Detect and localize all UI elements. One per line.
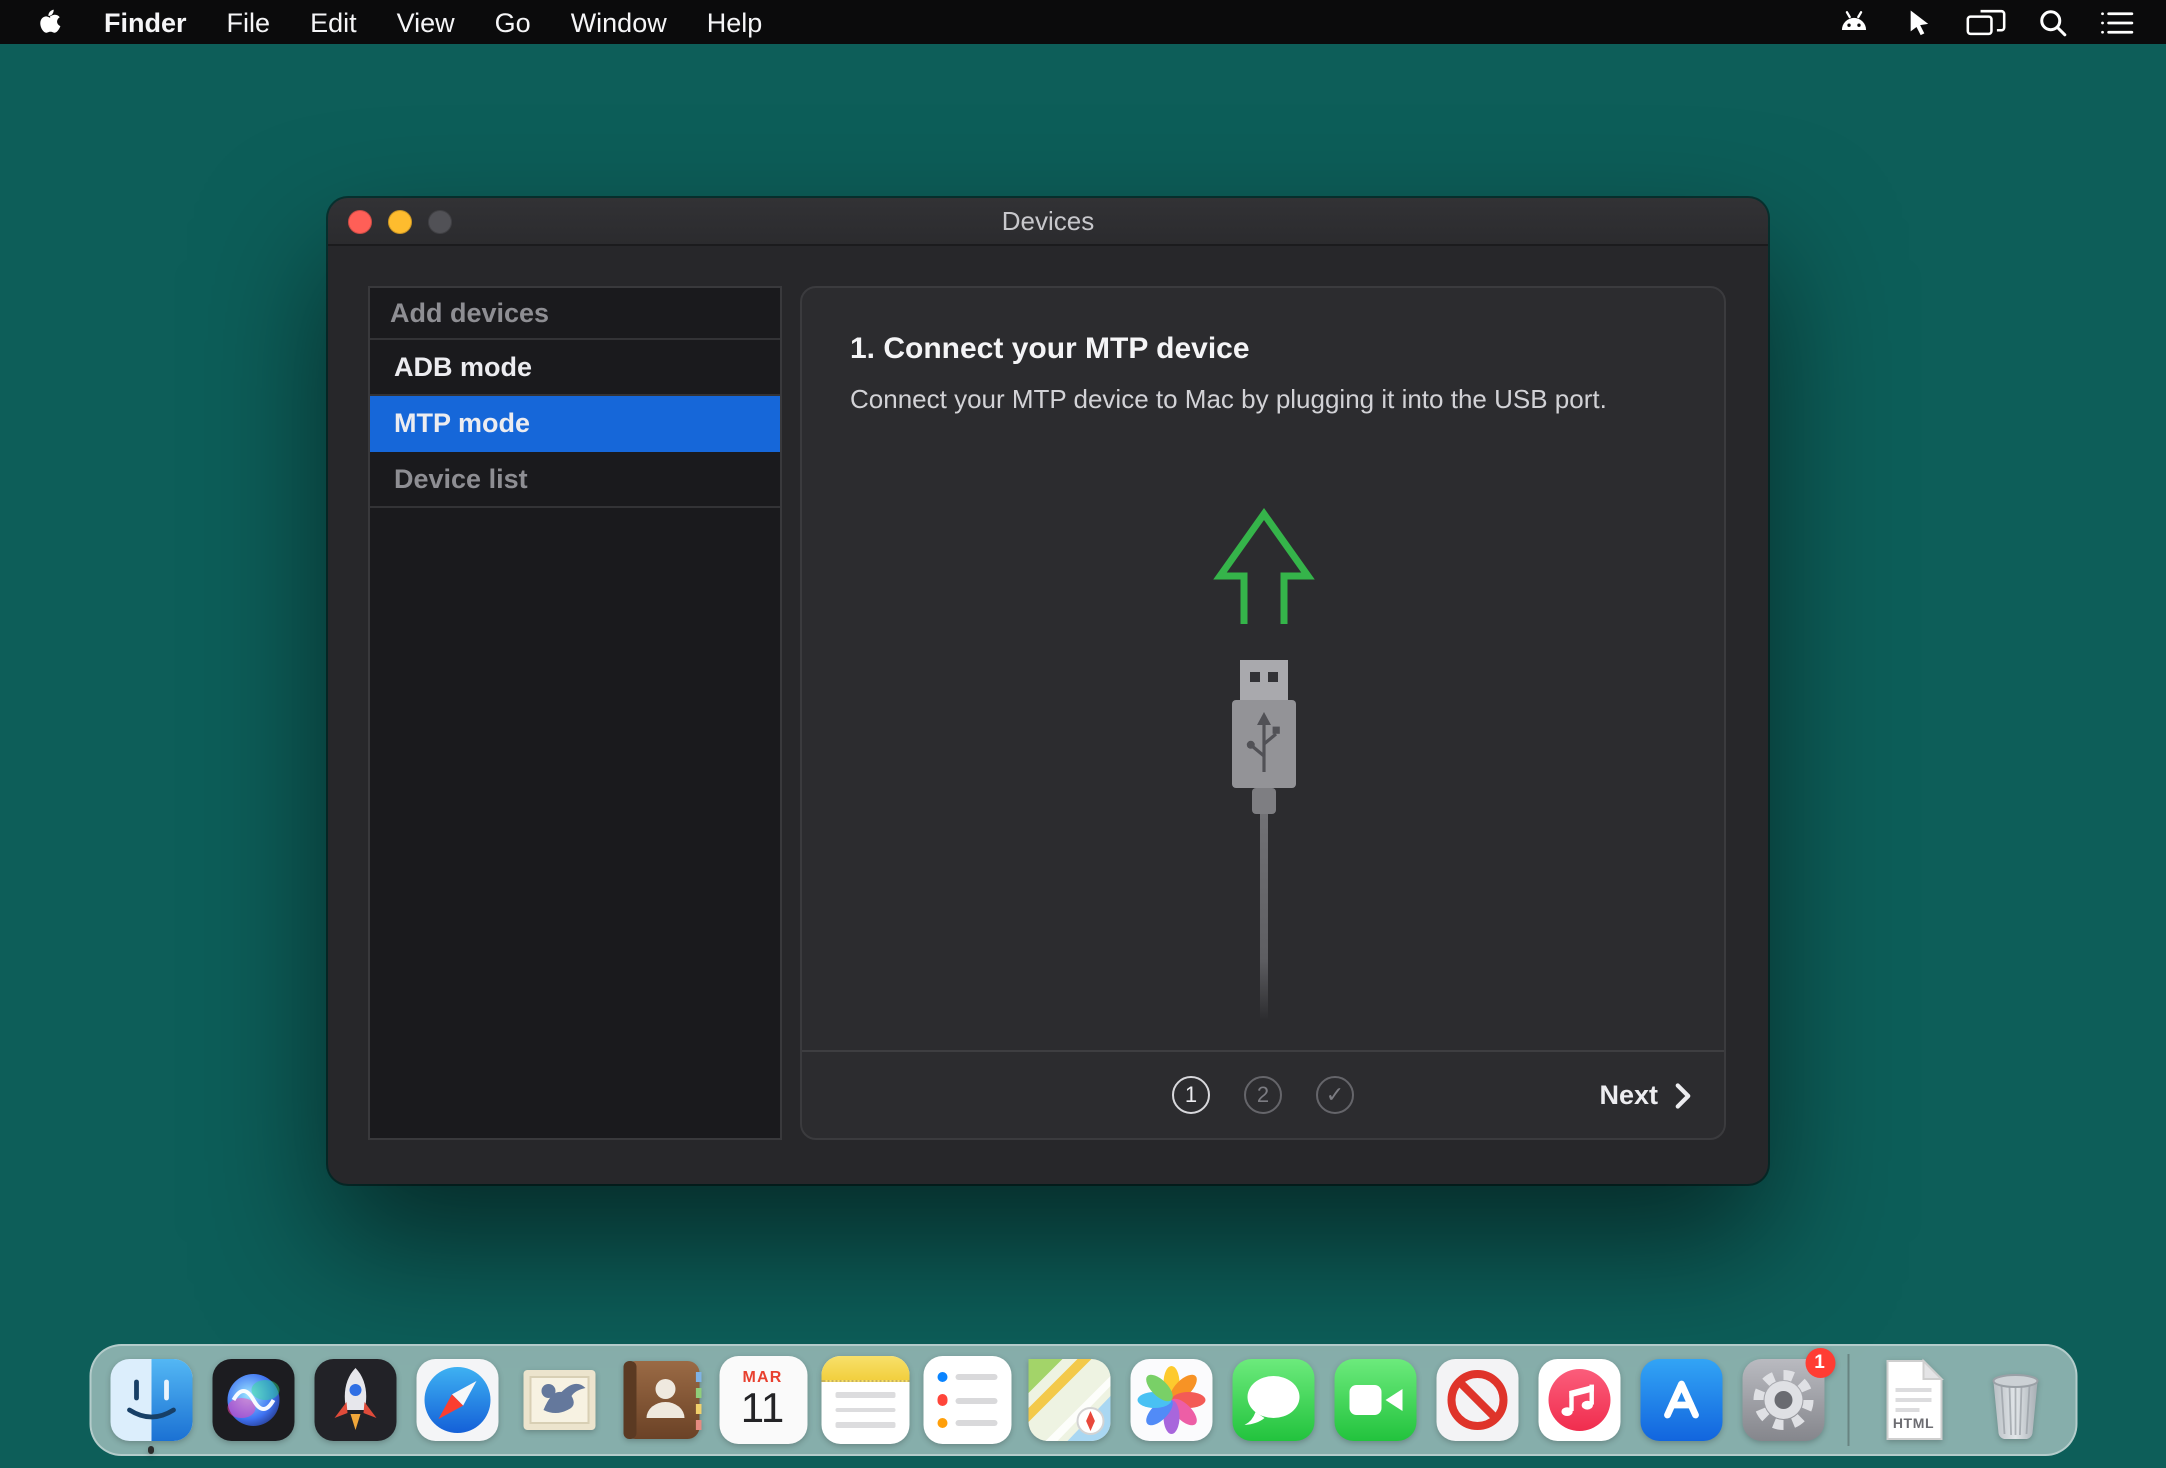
prohibition-sign-icon: [1433, 1356, 1521, 1444]
next-button[interactable]: Next: [1599, 1052, 1692, 1138]
dock-app-prohibited[interactable]: [1433, 1356, 1521, 1444]
dock-app-reminders[interactable]: [923, 1356, 1011, 1444]
dock-app-messages[interactable]: [1229, 1356, 1317, 1444]
dock-app-contacts[interactable]: [617, 1356, 705, 1444]
usb-connect-illustration: [1199, 500, 1327, 1034]
dock-app-facetime[interactable]: [1331, 1356, 1419, 1444]
dock-trash[interactable]: [1972, 1356, 2060, 1444]
traffic-lights: [348, 209, 452, 233]
spotlight-search-icon[interactable]: [2038, 7, 2068, 37]
next-button-label: Next: [1599, 1080, 1658, 1110]
dock-app-calendar[interactable]: MAR 11: [719, 1356, 807, 1444]
dock: MAR 11: [89, 1344, 2078, 1456]
maps-icon: [1025, 1356, 1113, 1444]
step-indicator-done: ✓: [1316, 1076, 1354, 1114]
dock-app-launchpad[interactable]: [311, 1356, 399, 1444]
photos-pinwheel-icon: [1127, 1356, 1215, 1444]
window-titlebar[interactable]: Devices: [328, 198, 1768, 246]
minimize-button[interactable]: [388, 209, 412, 233]
dock-app-notes[interactable]: [821, 1356, 909, 1444]
step-description: Connect your MTP device to Mac by pluggi…: [850, 384, 1676, 414]
sidebar-header-add-devices: Add devices: [370, 288, 780, 340]
zoom-button-disabled: [428, 209, 452, 233]
dock-app-maps[interactable]: [1025, 1356, 1113, 1444]
menu-edit[interactable]: Edit: [290, 7, 377, 37]
android-device-icon[interactable]: [1836, 6, 1872, 38]
notification-badge: 1: [1805, 1348, 1835, 1378]
calendar-day: 11: [741, 1388, 785, 1430]
mail-stamp-icon: [515, 1356, 603, 1444]
dock-app-safari[interactable]: [413, 1356, 501, 1444]
menu-app-name[interactable]: Finder: [84, 7, 207, 37]
reminders-icon: [923, 1356, 1011, 1444]
apple-menu[interactable]: [24, 8, 84, 36]
contacts-book-icon: [617, 1356, 705, 1444]
notes-icon: [821, 1356, 909, 1444]
menu-window[interactable]: Window: [551, 7, 687, 37]
safari-compass-icon: [413, 1356, 501, 1444]
main-panel: 1. Connect your MTP device Connect your …: [800, 286, 1726, 1140]
dock-app-mail[interactable]: [515, 1356, 603, 1444]
calendar-month: MAR: [742, 1368, 782, 1386]
siri-icon: [209, 1356, 297, 1444]
running-app-indicator: [147, 1446, 154, 1453]
step-heading: 1. Connect your MTP device: [850, 332, 1676, 366]
menu-bar-status-area: [1836, 6, 2166, 38]
dock-file-html[interactable]: HTML: [1870, 1356, 1958, 1444]
trash-bin-icon: [1972, 1356, 2060, 1444]
step-indicator-1: 1: [1172, 1076, 1210, 1114]
dock-app-system-preferences[interactable]: 1: [1739, 1356, 1827, 1444]
menu-go[interactable]: Go: [475, 7, 551, 37]
calendar-icon: MAR 11: [719, 1356, 807, 1444]
green-up-arrow-icon: [1219, 514, 1307, 624]
desktop: Finder File Edit View Go Window Help: [0, 0, 2166, 1468]
html-file-label: HTML: [1870, 1418, 1958, 1432]
dock-app-finder[interactable]: [107, 1356, 195, 1444]
screen-mirroring-icon[interactable]: [1966, 7, 2006, 37]
usb-plug-icon: [1199, 500, 1327, 1024]
window-title: Devices: [328, 198, 1768, 244]
app-store-icon: [1637, 1356, 1725, 1444]
dock-separator: [1847, 1354, 1850, 1446]
facetime-camera-icon: [1331, 1356, 1419, 1444]
menu-bar-left: Finder File Edit View Go Window Help: [0, 7, 782, 37]
dock-app-siri[interactable]: [209, 1356, 297, 1444]
wizard-footer: 1 2 ✓ Next: [802, 1050, 1724, 1138]
apple-logo-icon: [36, 8, 64, 36]
chevron-right-icon: [1674, 1081, 1692, 1109]
launchpad-rocket-icon: [311, 1356, 399, 1444]
step-indicator-2: 2: [1244, 1076, 1282, 1114]
sidebar-item-mtp-mode[interactable]: MTP mode: [370, 396, 780, 452]
sidebar-item-adb-mode[interactable]: ADB mode: [370, 340, 780, 396]
notification-list-icon[interactable]: [2100, 9, 2134, 35]
messages-bubble-icon: [1229, 1356, 1317, 1444]
music-note-icon: [1535, 1356, 1623, 1444]
dock-app-app-store[interactable]: [1637, 1356, 1725, 1444]
menu-view[interactable]: View: [377, 7, 475, 37]
sidebar-item-device-list[interactable]: Device list: [370, 452, 780, 508]
dock-app-photos[interactable]: [1127, 1356, 1215, 1444]
cursor-pointer-icon[interactable]: [1904, 7, 1934, 37]
dock-app-music[interactable]: [1535, 1356, 1623, 1444]
finder-icon: [107, 1356, 195, 1444]
menu-file[interactable]: File: [207, 7, 291, 37]
close-button[interactable]: [348, 209, 372, 233]
devices-window: Devices Add devices ADB mode MTP mode De…: [328, 198, 1768, 1184]
sidebar: Add devices ADB mode MTP mode Device lis…: [368, 286, 782, 1140]
menu-help[interactable]: Help: [687, 7, 783, 37]
menu-bar: Finder File Edit View Go Window Help: [0, 0, 2166, 44]
